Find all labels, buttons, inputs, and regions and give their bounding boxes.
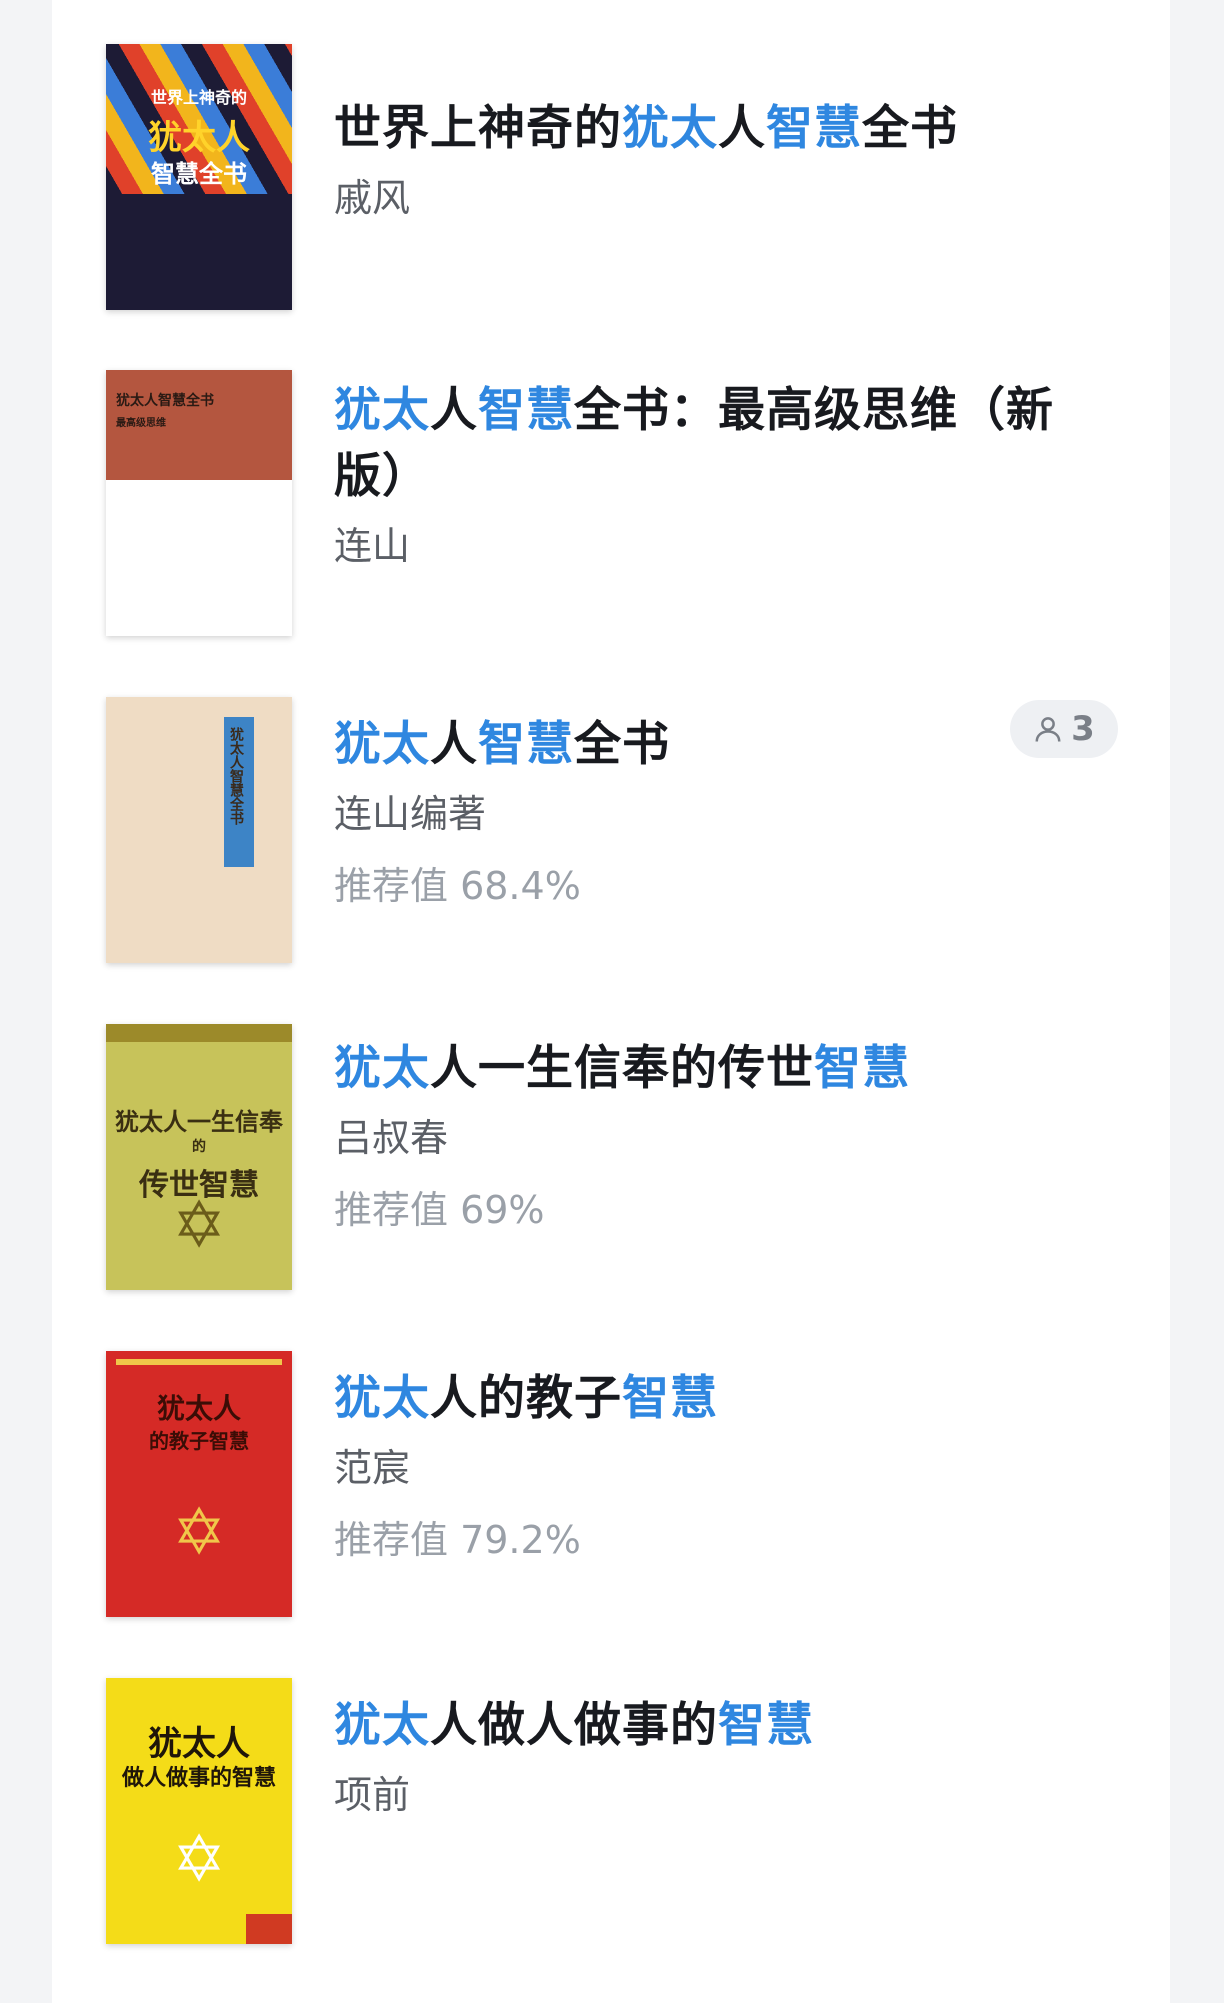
title-text: 全书 bbox=[574, 717, 670, 772]
book-author: 范宸 bbox=[334, 1446, 411, 1490]
star-of-david-icon: ✡ bbox=[172, 1189, 226, 1263]
title-text: 全书 bbox=[862, 101, 958, 156]
recommend-score: 推荐值 79.2% bbox=[334, 1518, 581, 1562]
title-text: 人 bbox=[430, 717, 478, 772]
book-cover-image[interactable]: 犹太人 做人做事的智慧 ✡ bbox=[106, 1678, 292, 1944]
book-list-item[interactable]: 犹太人 的教子智慧 ✡ 犹太人的教子智慧 范宸 推荐值 79.2% bbox=[52, 1351, 1118, 1621]
book-cover-text: 的 bbox=[192, 1139, 206, 1155]
reader-count: 3 bbox=[1071, 709, 1095, 749]
book-cover-image[interactable]: 世界上神奇的犹太人 智慧全书 bbox=[106, 44, 292, 310]
book-info: 犹太人智慧全书连山编著推荐值 68.4% bbox=[334, 712, 1068, 912]
title-keyword-highlight: 犹太 bbox=[334, 383, 430, 438]
book-list-item[interactable]: 世界上神奇的 犹太人 智慧全书 世界上神奇的犹太人智慧全书 戚风 bbox=[52, 44, 1118, 314]
book-cover-image[interactable]: 犹太人智慧全书最高级思维 bbox=[106, 370, 292, 636]
title-text: 世界上神奇的 bbox=[334, 101, 622, 156]
title-keyword-highlight: 智慧 bbox=[622, 1371, 718, 1426]
recommend-score: 推荐值 68.4% bbox=[334, 864, 581, 908]
book-cover-text: 犹太人 bbox=[156, 1392, 241, 1425]
reader-count-badge[interactable]: 3 bbox=[1010, 700, 1118, 758]
book-title[interactable]: 犹太人智慧全书 bbox=[334, 712, 1068, 778]
book-cover-text: 犹太人 bbox=[148, 1724, 250, 1764]
book-list-item[interactable]: 犹太人智慧全书 犹太人智慧全书 连山编著 推荐值 68.4% 3 bbox=[52, 697, 1118, 967]
title-keyword-highlight: 犹太 bbox=[334, 1041, 430, 1096]
book-cover-text: 犹太人智慧全书 bbox=[228, 727, 244, 825]
title-keyword-highlight: 智慧 bbox=[814, 1041, 910, 1096]
book-cover-image[interactable]: 犹太人一生信奉的传世智慧 ✡ bbox=[106, 1024, 292, 1290]
book-cover-text: 的教子智慧 bbox=[149, 1429, 249, 1453]
title-text: 人做人做事的 bbox=[430, 1698, 718, 1753]
title-keyword-highlight: 智慧 bbox=[478, 717, 574, 772]
book-cover-text: 最高级思维 bbox=[116, 418, 166, 429]
book-title[interactable]: 犹太人做人做事的智慧 bbox=[334, 1693, 1068, 1759]
title-keyword-highlight: 犹太 bbox=[622, 101, 718, 156]
book-author: 连山 bbox=[334, 524, 411, 568]
book-info: 犹太人智慧全书：最高级思维（新版） 连山 bbox=[334, 378, 1068, 572]
book-title[interactable]: 犹太人智慧全书：最高级思维（新版） bbox=[334, 378, 1094, 510]
book-author: 项前 bbox=[334, 1773, 411, 1817]
book-info: 犹太人做人做事的智慧项前 bbox=[334, 1693, 1068, 1821]
book-cover-text: 犹太人 bbox=[148, 118, 250, 158]
title-text: 人 bbox=[718, 101, 766, 156]
title-keyword-highlight: 智慧 bbox=[478, 383, 574, 438]
book-cover-text: 智慧全书 bbox=[151, 159, 247, 188]
person-outline-icon bbox=[1035, 717, 1061, 742]
book-cover-text: 世界上神奇的 bbox=[150, 88, 247, 107]
book-cover-text: 犹太人一生信奉 bbox=[115, 1107, 283, 1136]
book-cover-image[interactable]: 犹太人的教子智慧 ✡ bbox=[106, 1351, 292, 1617]
title-keyword-highlight: 智慧 bbox=[766, 101, 862, 156]
book-cover-text: 做人做事的智慧 bbox=[121, 1765, 276, 1791]
title-keyword-highlight: 智慧 bbox=[718, 1698, 814, 1753]
book-title[interactable]: 犹太人一生信奉的传世智慧 bbox=[334, 1036, 1068, 1102]
title-keyword-highlight: 犹太 bbox=[334, 1698, 430, 1753]
book-author: 吕叔春 bbox=[334, 1116, 449, 1160]
recommend-score: 推荐值 69% bbox=[334, 1188, 545, 1232]
title-keyword-highlight: 犹太 bbox=[334, 1371, 430, 1426]
book-cover-image[interactable]: 犹太人智慧全书 bbox=[106, 697, 292, 963]
book-list-item[interactable]: 犹太人智慧全书 最高级思维 犹太人智慧全书：最高级思维（新版） 连山 bbox=[52, 370, 1118, 640]
book-cover-text: 犹太人智慧全书 bbox=[116, 393, 214, 409]
title-text: 人一生信奉的传世 bbox=[430, 1041, 814, 1096]
book-list-item[interactable]: 犹太人 做人做事的智慧 ✡ 犹太人做人做事的智慧 项前 bbox=[52, 1678, 1118, 1948]
star-of-david-icon: ✡ bbox=[172, 1496, 226, 1570]
book-title[interactable]: 犹太人的教子智慧 bbox=[334, 1366, 1068, 1432]
star-of-david-icon: ✡ bbox=[172, 1823, 226, 1897]
title-text: 人的教子 bbox=[430, 1371, 622, 1426]
book-author: 戚风 bbox=[334, 176, 411, 220]
book-info: 世界上神奇的犹太人智慧全书戚风 bbox=[334, 96, 1068, 224]
book-title[interactable]: 世界上神奇的犹太人智慧全书 bbox=[334, 96, 1068, 162]
book-list-item[interactable]: 犹太人一生信奉的传世智慧 ✡ 犹太人一生信奉的传世智慧吕叔春推荐值 69% bbox=[52, 1024, 1118, 1294]
book-info: 犹太人的教子智慧范宸推荐值 79.2% bbox=[334, 1366, 1068, 1566]
book-author: 连山编著 bbox=[334, 792, 487, 836]
title-text: 人 bbox=[430, 383, 478, 438]
title-keyword-highlight: 犹太 bbox=[334, 717, 430, 772]
book-info: 犹太人一生信奉的传世智慧吕叔春推荐值 69% bbox=[334, 1036, 1068, 1236]
